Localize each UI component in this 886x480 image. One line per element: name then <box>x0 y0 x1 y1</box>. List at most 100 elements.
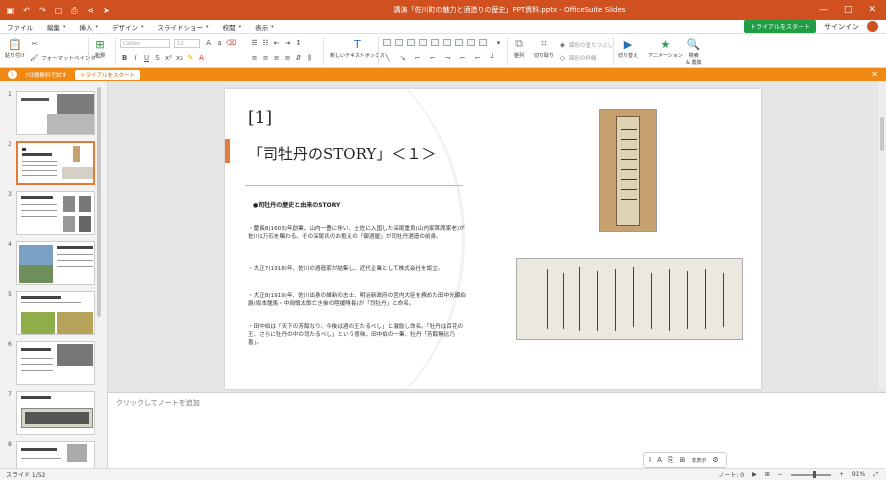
save-icon[interactable]: ▣ <box>6 6 15 15</box>
transition-button[interactable]: ▶ 切り替え <box>618 38 638 60</box>
connector-icon[interactable]: ⌐ <box>413 54 422 62</box>
increase-font-icon[interactable]: A <box>204 39 213 47</box>
align-center-icon[interactable]: ≡ <box>261 54 270 62</box>
shape-rectangle-icon[interactable] <box>395 39 403 46</box>
animation-button[interactable]: ★ アニメーション <box>648 38 683 60</box>
shape-rectangle-icon[interactable] <box>431 39 439 46</box>
shape-rectangle-icon[interactable] <box>479 39 487 46</box>
zoom-knob[interactable] <box>812 470 816 478</box>
slide-paragraph[interactable]: ・田中伯は「天下の芳醇なり、今後は酒の王たるべし」と激励し命名。「牡丹は百花の王… <box>248 323 468 347</box>
maximize-button[interactable]: □ <box>844 5 853 15</box>
bullets-icon[interactable]: ☰ <box>250 39 259 47</box>
slide-paragraph[interactable]: ・慶長8(1603)年創業。山内一豊に伴い、土佐に入国した深尾重良(山内家首席家… <box>248 225 468 241</box>
highlight-icon[interactable]: ✎ <box>186 54 195 62</box>
subscript-icon[interactable]: x₂ <box>175 54 184 62</box>
menu-edit[interactable]: 編集 ▾ <box>40 22 73 32</box>
menu-view[interactable]: 表示 ▾ <box>248 22 281 32</box>
avatar[interactable] <box>867 21 878 32</box>
play-icon[interactable]: ▶ <box>752 471 757 478</box>
indent-decrease-icon[interactable]: ⇤ <box>272 39 281 47</box>
copy-icon[interactable]: ⎘ <box>668 456 674 465</box>
share-icon[interactable]: ⋖ <box>86 6 95 15</box>
zoom-out-icon[interactable]: − <box>778 471 783 478</box>
shapes-more-button[interactable]: ▾ <box>494 39 503 47</box>
menu-slideshow[interactable]: スライドショー ▾ <box>151 22 216 32</box>
signin-link[interactable]: サインイン <box>824 22 859 32</box>
undo-icon[interactable]: ↶ <box>22 6 31 15</box>
new-icon[interactable]: ▢ <box>54 6 63 15</box>
gear-icon[interactable]: ⚙ <box>712 456 718 464</box>
menu-review[interactable]: 校閲 ▾ <box>216 22 249 32</box>
menu-insert[interactable]: 挿入 ▾ <box>73 22 106 32</box>
connector-icon[interactable]: ⌐ <box>458 54 467 62</box>
scroll-box-photo[interactable] <box>599 109 657 232</box>
paste-button[interactable]: 📋 貼り付け <box>5 38 25 60</box>
shape-rectangle-icon[interactable] <box>467 39 475 46</box>
bold-icon[interactable]: B <box>120 54 129 62</box>
align-justify-icon[interactable]: ≡ <box>283 54 292 62</box>
close-button[interactable]: ✕ <box>868 5 876 15</box>
menu-design[interactable]: デザイン ▾ <box>105 22 151 32</box>
shape-outline-button[interactable]: ◇ 図形の枠線 <box>558 54 597 62</box>
align-left-icon[interactable]: ≡ <box>250 54 259 62</box>
connector-icon[interactable]: ¬ <box>443 54 452 62</box>
menu-file[interactable]: ファイル <box>0 22 40 32</box>
indent-increase-icon[interactable]: ⇥ <box>283 39 292 47</box>
text-direction-icon[interactable]: ⇵ <box>294 54 303 62</box>
crop-button[interactable]: ⌗ 切り取り <box>534 37 554 59</box>
slide-heading[interactable]: 「司牡丹のSTORY」＜１＞ <box>248 143 436 164</box>
notes-count[interactable]: ノート: 0 <box>718 470 744 479</box>
new-textbox-button[interactable]: T 新しいテキストボックス <box>330 38 385 60</box>
zoom-slider[interactable] <box>790 470 831 478</box>
redo-icon[interactable]: ↷ <box>38 6 47 15</box>
slide-paragraph[interactable]: ・大正7(1918)年、佐川の酒造家が結集し、近代企業として株式会社を設立。 <box>248 265 468 273</box>
format-painter-button[interactable]: 🖌 フォーマットペインター <box>30 54 101 62</box>
font-name-select[interactable]: Calibri <box>120 39 170 48</box>
connector-icon[interactable]: ⌐ <box>428 54 437 62</box>
new-slide-button[interactable]: ⊞ 新規 <box>93 38 107 60</box>
connector-icon[interactable]: ⌐ <box>473 54 482 62</box>
layout-icon[interactable]: ⊞ <box>679 456 685 464</box>
align-right-icon[interactable]: ≡ <box>272 54 281 62</box>
slide-subheading[interactable]: ●司牡丹の歴史と由来のSTORY <box>253 200 340 209</box>
line-icon[interactable]: ╲ <box>383 54 392 62</box>
font-icon[interactable]: A <box>657 456 662 464</box>
cursor-icon[interactable]: ➤ <box>102 6 111 15</box>
slide-paragraph[interactable]: ・大正8(1919)年、佐川出身の維新の志士、明治新政府の宮内大臣を務めた田中光… <box>248 292 468 308</box>
line-spacing-icon[interactable]: ↕ <box>294 39 303 47</box>
scrollbar-thumb[interactable] <box>880 117 884 151</box>
notes-pane[interactable]: クリックしてノートを追加 <box>108 392 886 468</box>
shape-rectangle-icon[interactable] <box>383 39 391 46</box>
close-icon[interactable]: ✕ <box>871 70 878 79</box>
shape-rectangle-icon[interactable] <box>443 39 451 46</box>
superscript-icon[interactable]: x² <box>164 54 173 62</box>
fit-window-icon[interactable]: ⤢ <box>873 471 878 479</box>
calligraphy-scroll-photo[interactable] <box>516 258 743 340</box>
arrow-icon[interactable]: ↘ <box>398 54 407 62</box>
zoom-level[interactable]: 91% <box>852 471 865 478</box>
text-cursor-icon[interactable]: I <box>649 456 651 464</box>
minimize-button[interactable]: — <box>819 5 828 15</box>
banner-trial-button[interactable]: トライアルをスタート <box>75 69 140 80</box>
slide-number-label[interactable]: [1] <box>248 108 272 128</box>
arrange-button[interactable]: ⧉ 整列 <box>512 37 526 59</box>
underline-icon[interactable]: U <box>142 54 151 62</box>
connector-icon[interactable]: ┘ <box>488 54 497 62</box>
find-replace-button[interactable]: 🔍 検索 & 置換 <box>686 38 702 67</box>
shape-rectangle-icon[interactable] <box>455 39 463 46</box>
thumbnails-scrollbar[interactable] <box>97 87 101 317</box>
cut-button[interactable]: ✂ <box>30 40 39 48</box>
numbering-icon[interactable]: ☷ <box>261 39 270 47</box>
shape-fill-button[interactable]: ◈ 図形の塗りつぶし <box>558 41 613 49</box>
hide-button[interactable]: 非表示 <box>691 457 706 464</box>
columns-icon[interactable]: ⫼ <box>305 54 314 62</box>
strikethrough-icon[interactable]: S <box>153 54 162 62</box>
canvas-scrollbar[interactable] <box>878 81 886 389</box>
font-color-icon[interactable]: A <box>197 54 206 62</box>
zoom-in-icon[interactable]: + <box>839 471 844 478</box>
print-icon[interactable]: ⎙ <box>70 6 79 15</box>
font-size-select[interactable]: 12 <box>174 39 200 48</box>
decrease-font-icon[interactable]: a <box>215 39 224 47</box>
shape-rectangle-icon[interactable] <box>407 39 415 46</box>
start-trial-button[interactable]: トライアルをスタート <box>744 20 816 33</box>
